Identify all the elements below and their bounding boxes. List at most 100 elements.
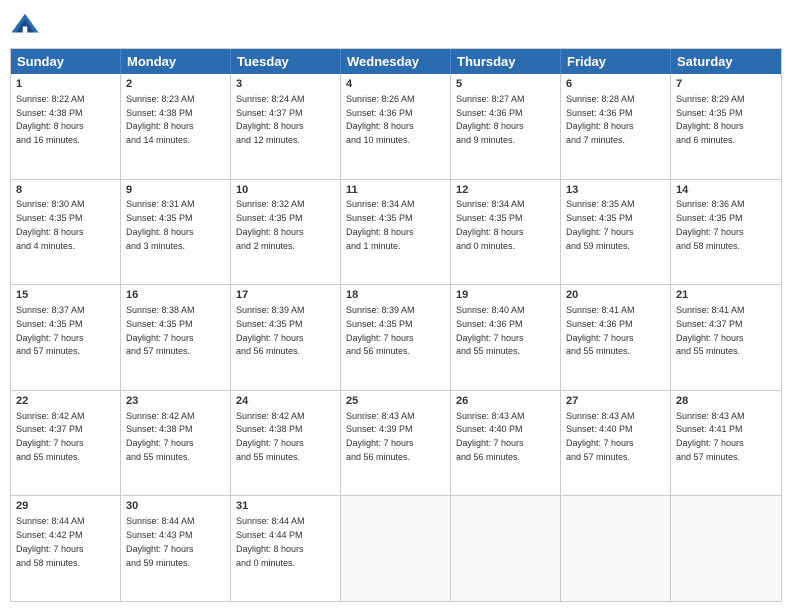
cell-text: Sunrise: 8:34 AM Sunset: 4:35 PM Dayligh… (346, 199, 415, 250)
cell-text: Sunrise: 8:39 AM Sunset: 4:35 PM Dayligh… (236, 305, 305, 356)
cell-text: Sunrise: 8:41 AM Sunset: 4:36 PM Dayligh… (566, 305, 635, 356)
cell-text: Sunrise: 8:26 AM Sunset: 4:36 PM Dayligh… (346, 94, 415, 145)
day-number: 1 (16, 77, 115, 92)
cell-text: Sunrise: 8:28 AM Sunset: 4:36 PM Dayligh… (566, 94, 635, 145)
header-day-sunday: Sunday (11, 49, 121, 74)
cal-cell: 5 Sunrise: 8:27 AM Sunset: 4:36 PM Daylig… (451, 74, 561, 179)
cal-cell: 29 Sunrise: 8:44 AM Sunset: 4:42 PM Dayli… (11, 496, 121, 601)
cell-text: Sunrise: 8:30 AM Sunset: 4:35 PM Dayligh… (16, 199, 85, 250)
cal-cell (341, 496, 451, 601)
cal-cell: 18 Sunrise: 8:39 AM Sunset: 4:35 PM Dayli… (341, 285, 451, 390)
header-day-tuesday: Tuesday (231, 49, 341, 74)
day-number: 12 (456, 183, 555, 198)
day-number: 30 (126, 499, 225, 514)
day-number: 13 (566, 183, 665, 198)
day-number: 17 (236, 288, 335, 303)
day-number: 7 (676, 77, 776, 92)
day-number: 28 (676, 394, 776, 409)
day-number: 23 (126, 394, 225, 409)
header-day-friday: Friday (561, 49, 671, 74)
day-number: 11 (346, 183, 445, 198)
cal-cell: 11Sunrise: 8:34 AM Sunset: 4:35 PM Dayli… (341, 180, 451, 285)
day-number: 20 (566, 288, 665, 303)
cell-text: Sunrise: 8:43 AM Sunset: 4:39 PM Dayligh… (346, 411, 415, 462)
cal-cell: 22 Sunrise: 8:42 AM Sunset: 4:37 PM Dayli… (11, 391, 121, 496)
cal-row-5: 29 Sunrise: 8:44 AM Sunset: 4:42 PM Dayli… (11, 495, 781, 601)
cell-text: Sunrise: 8:42 AM Sunset: 4:38 PM Dayligh… (236, 411, 305, 462)
cal-cell: 6 Sunrise: 8:28 AM Sunset: 4:36 PM Daylig… (561, 74, 671, 179)
logo-icon (10, 10, 40, 40)
cal-cell: 21Sunrise: 8:41 AM Sunset: 4:37 PM Dayli… (671, 285, 781, 390)
cal-cell: 12Sunrise: 8:34 AM Sunset: 4:35 PM Dayli… (451, 180, 561, 285)
header (10, 10, 782, 40)
cal-cell: 16Sunrise: 8:38 AM Sunset: 4:35 PM Dayli… (121, 285, 231, 390)
day-number: 27 (566, 394, 665, 409)
day-number: 24 (236, 394, 335, 409)
day-number: 10 (236, 183, 335, 198)
cal-cell: 15 Sunrise: 8:37 AM Sunset: 4:35 PM Dayli… (11, 285, 121, 390)
day-number: 5 (456, 77, 555, 92)
cal-cell: 26 Sunrise: 8:43 AM Sunset: 4:40 PM Dayli… (451, 391, 561, 496)
cell-text: Sunrise: 8:27 AM Sunset: 4:36 PM Dayligh… (456, 94, 525, 145)
calendar: SundayMondayTuesdayWednesdayThursdayFrid… (10, 48, 782, 602)
cal-row-1: 1 Sunrise: 8:22 AM Sunset: 4:38 PM Daylig… (11, 74, 781, 179)
cal-cell: 25 Sunrise: 8:43 AM Sunset: 4:39 PM Dayli… (341, 391, 451, 496)
cal-cell: 2Sunrise: 8:23 AM Sunset: 4:38 PM Daylig… (121, 74, 231, 179)
day-number: 18 (346, 288, 445, 303)
day-number: 6 (566, 77, 665, 92)
cal-cell: 30 Sunrise: 8:44 AM Sunset: 4:43 PM Dayli… (121, 496, 231, 601)
cell-text: Sunrise: 8:42 AM Sunset: 4:38 PM Dayligh… (126, 411, 195, 462)
cell-text: Sunrise: 8:43 AM Sunset: 4:41 PM Dayligh… (676, 411, 745, 462)
cal-cell: 20 Sunrise: 8:41 AM Sunset: 4:36 PM Dayli… (561, 285, 671, 390)
cell-text: Sunrise: 8:32 AM Sunset: 4:35 PM Dayligh… (236, 199, 305, 250)
day-number: 25 (346, 394, 445, 409)
cal-cell (671, 496, 781, 601)
day-number: 15 (16, 288, 115, 303)
day-number: 3 (236, 77, 335, 92)
cal-cell: 14Sunrise: 8:36 AM Sunset: 4:35 PM Dayli… (671, 180, 781, 285)
day-number: 21 (676, 288, 776, 303)
cell-text: Sunrise: 8:36 AM Sunset: 4:35 PM Dayligh… (676, 199, 745, 250)
cell-text: Sunrise: 8:37 AM Sunset: 4:35 PM Dayligh… (16, 305, 85, 356)
cal-cell: 23 Sunrise: 8:42 AM Sunset: 4:38 PM Dayli… (121, 391, 231, 496)
day-number: 26 (456, 394, 555, 409)
cal-cell (451, 496, 561, 601)
day-number: 4 (346, 77, 445, 92)
day-number: 31 (236, 499, 335, 514)
day-number: 8 (16, 183, 115, 198)
calendar-body: 1 Sunrise: 8:22 AM Sunset: 4:38 PM Daylig… (11, 74, 781, 601)
cell-text: Sunrise: 8:22 AM Sunset: 4:38 PM Dayligh… (16, 94, 85, 145)
cal-row-3: 15 Sunrise: 8:37 AM Sunset: 4:35 PM Dayli… (11, 284, 781, 390)
cell-text: Sunrise: 8:23 AM Sunset: 4:38 PM Dayligh… (126, 94, 195, 145)
day-number: 22 (16, 394, 115, 409)
cell-text: Sunrise: 8:44 AM Sunset: 4:44 PM Dayligh… (236, 516, 305, 567)
cal-cell: 7 Sunrise: 8:29 AM Sunset: 4:35 PM Daylig… (671, 74, 781, 179)
cell-text: Sunrise: 8:39 AM Sunset: 4:35 PM Dayligh… (346, 305, 415, 356)
cal-cell: 31 Sunrise: 8:44 AM Sunset: 4:44 PM Dayli… (231, 496, 341, 601)
cell-text: Sunrise: 8:43 AM Sunset: 4:40 PM Dayligh… (566, 411, 635, 462)
header-day-monday: Monday (121, 49, 231, 74)
calendar-header: SundayMondayTuesdayWednesdayThursdayFrid… (11, 49, 781, 74)
page: SundayMondayTuesdayWednesdayThursdayFrid… (0, 0, 792, 612)
cell-text: Sunrise: 8:35 AM Sunset: 4:35 PM Dayligh… (566, 199, 635, 250)
cal-row-4: 22 Sunrise: 8:42 AM Sunset: 4:37 PM Dayli… (11, 390, 781, 496)
header-day-wednesday: Wednesday (341, 49, 451, 74)
cell-text: Sunrise: 8:44 AM Sunset: 4:42 PM Dayligh… (16, 516, 85, 567)
cell-text: Sunrise: 8:24 AM Sunset: 4:37 PM Dayligh… (236, 94, 305, 145)
logo (10, 10, 44, 40)
cal-cell (561, 496, 671, 601)
cal-cell: 17 Sunrise: 8:39 AM Sunset: 4:35 PM Dayli… (231, 285, 341, 390)
day-number: 29 (16, 499, 115, 514)
day-number: 19 (456, 288, 555, 303)
cell-text: Sunrise: 8:43 AM Sunset: 4:40 PM Dayligh… (456, 411, 525, 462)
header-day-saturday: Saturday (671, 49, 781, 74)
cal-cell: 19Sunrise: 8:40 AM Sunset: 4:36 PM Dayli… (451, 285, 561, 390)
cell-text: Sunrise: 8:44 AM Sunset: 4:43 PM Dayligh… (126, 516, 195, 567)
day-number: 16 (126, 288, 225, 303)
cal-cell: 28 Sunrise: 8:43 AM Sunset: 4:41 PM Dayli… (671, 391, 781, 496)
cell-text: Sunrise: 8:42 AM Sunset: 4:37 PM Dayligh… (16, 411, 85, 462)
cal-cell: 13Sunrise: 8:35 AM Sunset: 4:35 PM Dayli… (561, 180, 671, 285)
cal-cell: 3 Sunrise: 8:24 AM Sunset: 4:37 PM Daylig… (231, 74, 341, 179)
cell-text: Sunrise: 8:29 AM Sunset: 4:35 PM Dayligh… (676, 94, 745, 145)
cal-cell: 24 Sunrise: 8:42 AM Sunset: 4:38 PM Dayli… (231, 391, 341, 496)
